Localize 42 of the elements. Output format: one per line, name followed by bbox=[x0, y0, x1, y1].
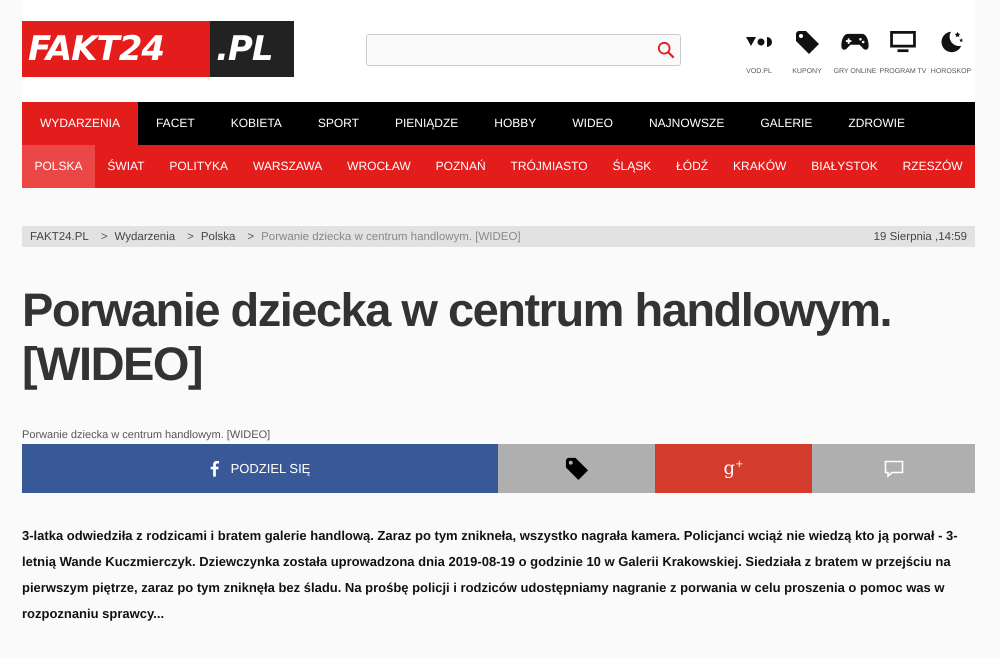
breadcrumb-link[interactable]: Polska bbox=[200, 230, 236, 242]
nav-tab[interactable]: RZESZÓW bbox=[890, 145, 976, 188]
nav-tab[interactable]: KOBIETA bbox=[212, 102, 300, 145]
nav-tab[interactable]: GALERIE bbox=[742, 102, 830, 145]
tag-icon[interactable] bbox=[794, 28, 820, 56]
nav-tab[interactable]: WIDEO bbox=[554, 102, 631, 145]
facebook-share-button[interactable]: PODZIEL SIĘ bbox=[22, 444, 498, 493]
nav-tab[interactable]: PIENIĄDZE bbox=[376, 102, 476, 145]
nav-tab[interactable]: WYDARZENIA bbox=[22, 102, 138, 145]
nav-tab[interactable]: HOBBY bbox=[476, 102, 554, 145]
comment-icon bbox=[884, 460, 904, 478]
nav-tab[interactable]: WROCŁAW bbox=[334, 145, 424, 188]
nav-tab[interactable]: NAJNOWSZE bbox=[630, 102, 742, 145]
breadcrumb-link[interactable]: FAKT24.PL bbox=[30, 230, 89, 242]
tag-icon bbox=[564, 456, 589, 481]
nav-tab[interactable]: ŁÓDŹ bbox=[664, 145, 721, 188]
article-lead: 3-latka odwiedziła z rodzicami i bratem galerie handlową. Zaraz po tym znikneła, wszystko nagrała kamera. Policjanci wciąż nie wiedzą kto ją porwał - 3-letnią Wande Kuczmierczyk. Dziewczynka została uprowadzona dnia 2019-08-19 o godzinie 10 w Galerii Krakowskiej. Siedziała z bratem w przejściu na pierwszym piętrze, zaraz po tym zniknęła bez śladu. Na prośbę policji i rodziców udostępniamy nagranie z porwania w celu proszenia o pomoc was w rozpoznaniu sprawcy... bbox=[22, 527, 959, 623]
nav-tab[interactable]: BIAŁYSTOK bbox=[798, 145, 890, 188]
search-icon[interactable] bbox=[657, 41, 675, 59]
breadcrumb-separator: > bbox=[187, 230, 194, 242]
tag-button[interactable] bbox=[498, 444, 655, 493]
nav-tab[interactable]: ŚWIAT bbox=[94, 145, 157, 188]
breadcrumb-separator: > bbox=[100, 230, 108, 242]
nav-tab[interactable]: FACET bbox=[138, 102, 213, 145]
article-date: 19 Sierpnia ,14:59 bbox=[874, 230, 967, 242]
nav-tab[interactable]: WARSZAWA bbox=[240, 145, 335, 188]
nav-tab[interactable]: POLSKA bbox=[22, 145, 95, 188]
facebook-icon bbox=[210, 460, 219, 477]
nav-tab[interactable]: ZDROWIE bbox=[830, 102, 924, 145]
nav-tab[interactable]: ŚLĄSK bbox=[600, 145, 664, 188]
google-plus-button[interactable]: g$^{+}$ bbox=[655, 444, 812, 493]
video-caption: Porwanie dziecka w centrum handlowym. [WIDEO] bbox=[22, 429, 272, 441]
breadcrumb-separator: > bbox=[247, 230, 254, 242]
breadcrumb-current: Porwanie dziecka w centrum handlowym. [WIDEO] bbox=[261, 230, 521, 242]
nav-tab[interactable]: POLITYKA bbox=[156, 145, 240, 188]
article-headline: Porwanie dziecka w centrum handlowym. [WIDEO] bbox=[22, 283, 892, 391]
nav-tab[interactable]: TRÓJMIASTO bbox=[498, 145, 600, 188]
search-field[interactable] bbox=[366, 34, 681, 66]
nav-tab[interactable]: KRAKÓW bbox=[720, 145, 799, 188]
nav-tab[interactable]: SPORT bbox=[300, 102, 377, 145]
breadcrumb-link[interactable]: Wydarzenia bbox=[114, 230, 176, 242]
nav-tab[interactable]: POZNAŃ bbox=[423, 145, 498, 188]
